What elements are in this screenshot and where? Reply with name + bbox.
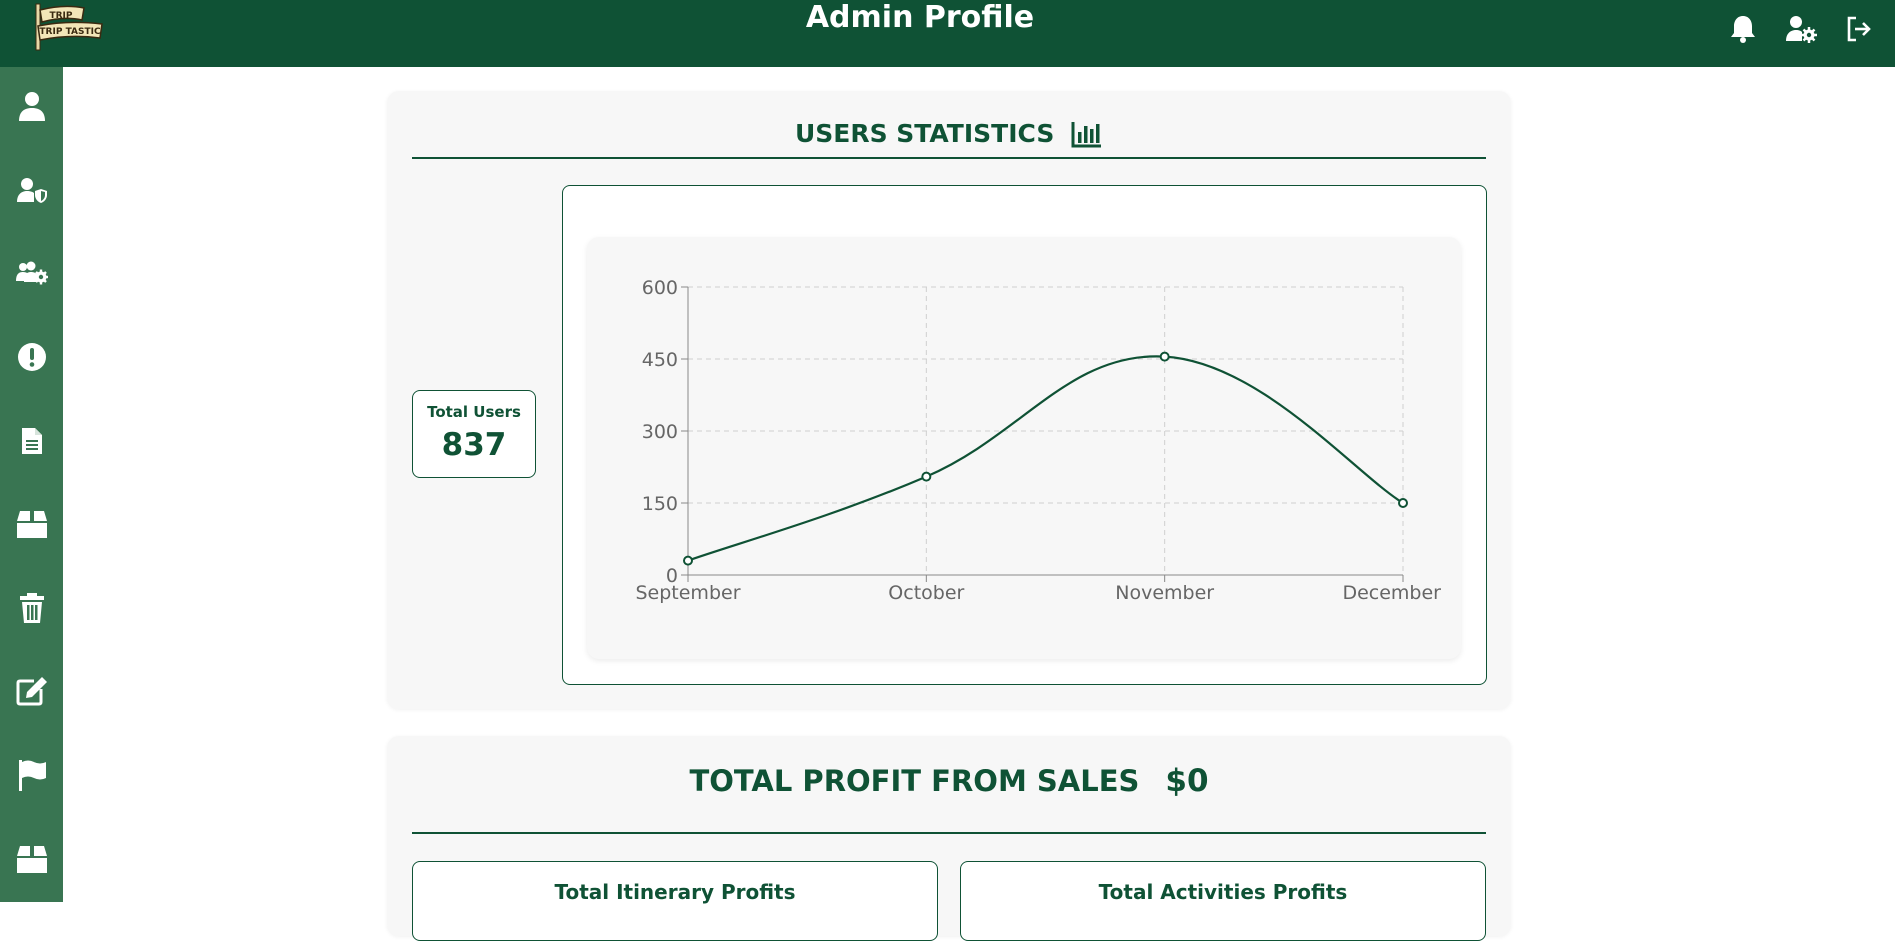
total-profit-header: TOTAL PROFIT FROM SALES $0: [412, 756, 1486, 806]
top-bar: TRIP TRIP TASTIC Admin Profile: [0, 0, 1895, 67]
data-point: [683, 555, 693, 566]
users-statistics-card: USERS STATISTICS Total Users 837 0 150 300…: [387, 91, 1511, 709]
total-users-label: Total Users: [427, 403, 521, 421]
activities-profits-label: Total Activities Profits: [1098, 880, 1348, 904]
data-point: [1398, 498, 1408, 508]
activities-profits-card: Total Activities Profits: [960, 861, 1486, 941]
user-gear-icon[interactable]: [1785, 13, 1817, 45]
edit-icon[interactable]: [15, 674, 49, 708]
y-tick-label: 600: [642, 277, 678, 299]
trash-icon[interactable]: [15, 591, 49, 625]
exclamation-circle-icon[interactable]: [15, 340, 49, 374]
document-icon[interactable]: [15, 424, 49, 458]
total-profit-value: $0: [1165, 763, 1209, 799]
page-title: Admin Profile: [805, 0, 1035, 35]
y-tick-label: 450: [642, 349, 678, 371]
users-statistics-title: USERS STATISTICS: [412, 113, 1486, 153]
users-line-chart: 0150300450600September October November Dec…: [635, 277, 1441, 604]
divider: [412, 157, 1486, 159]
total-users-box: Total Users 837: [412, 390, 536, 478]
sidebar: [0, 67, 63, 902]
y-tick-label: 300: [642, 421, 678, 443]
total-profit-title: TOTAL PROFIT FROM SALES: [689, 764, 1140, 798]
x-tick-label: November: [1115, 582, 1214, 604]
box-icon[interactable]: [15, 842, 49, 876]
total-users-value: 837: [441, 427, 507, 463]
user-shield-icon[interactable]: [15, 173, 49, 207]
flag-icon[interactable]: [15, 758, 49, 792]
itinerary-profits-card: Total Itinerary Profits: [412, 861, 938, 941]
itinerary-profits-label: Total Itinerary Profits: [554, 880, 796, 904]
users-gear-icon[interactable]: [15, 256, 49, 290]
series-line: [687, 355, 1404, 562]
divider: [412, 832, 1486, 834]
y-tick-label: 150: [642, 493, 678, 515]
bell-icon[interactable]: [1727, 13, 1759, 45]
users-statistics-title-text: USERS STATISTICS: [794, 119, 1055, 148]
data-point: [921, 471, 932, 482]
chart-bar-icon: [1071, 120, 1103, 148]
box-icon[interactable]: [15, 507, 49, 541]
chart-panel: 0 150 300 450 600 September October November Dec…: [587, 237, 1461, 659]
x-tick-label: October: [888, 582, 964, 604]
logout-icon[interactable]: [1843, 13, 1875, 45]
data-point: [1159, 351, 1170, 362]
user-icon[interactable]: [15, 89, 49, 123]
total-profit-card: TOTAL PROFIT FROM SALES $0 Total Itinera…: [387, 736, 1511, 941]
x-tick-label: December: [1342, 582, 1441, 604]
x-tick-label: September: [635, 582, 740, 604]
chart-frame: 0 150 300 450 600 September October November Dec…: [562, 185, 1487, 685]
